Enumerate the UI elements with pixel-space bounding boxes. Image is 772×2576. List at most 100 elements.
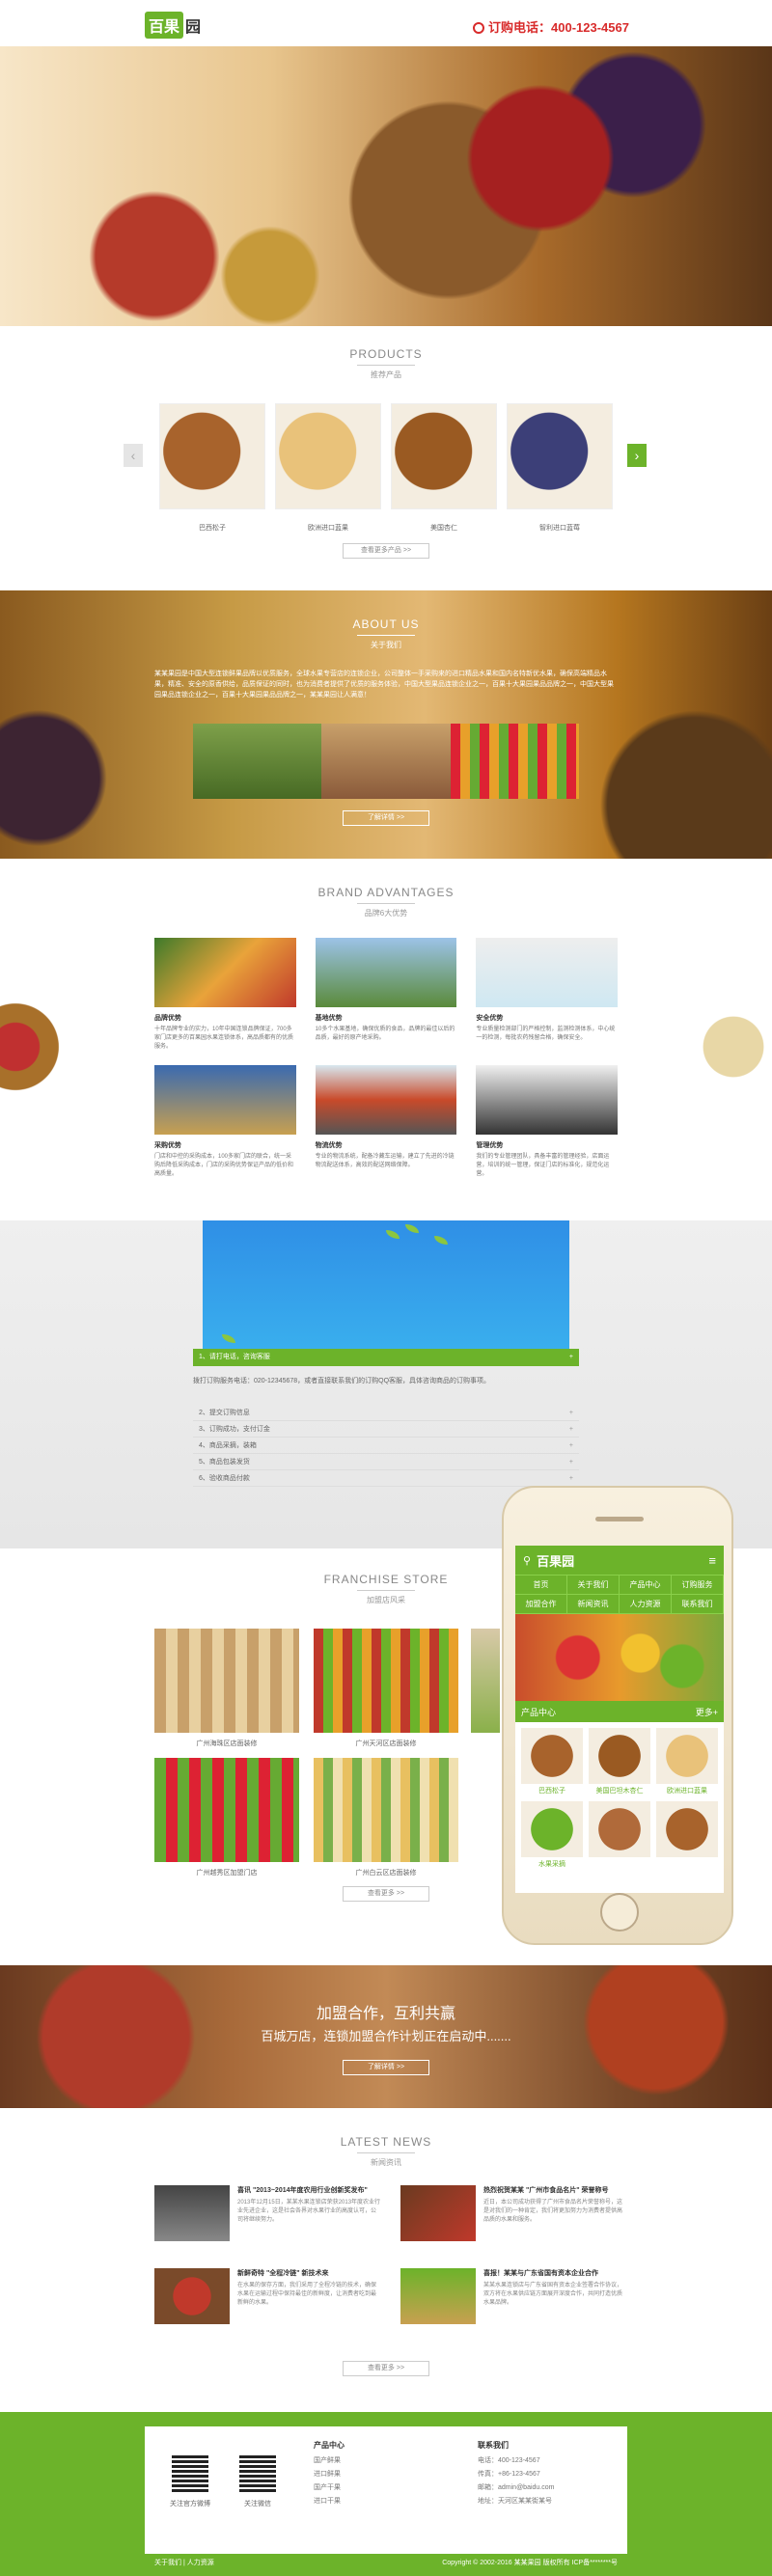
product-image — [507, 403, 613, 509]
mobile-products: 巴西松子 美国巴坦木杏仁 欧洲进口蓝果水果采摘 — [515, 1722, 724, 1875]
store-card[interactable]: 广州越秀区加盟门店 — [154, 1758, 299, 1877]
mobile-nav-item[interactable]: 产品中心 — [620, 1576, 672, 1595]
copyright-bar: 关于我们 | 人力资源 Copyright © 2002-2016 某某果园 版… — [154, 2558, 618, 2567]
product-card[interactable]: 智利进口蓝莓 — [507, 403, 613, 533]
search-icon[interactable]: ⚲ — [523, 1554, 531, 1567]
process-step[interactable]: 2、提交订购信息 + — [193, 1405, 579, 1421]
process-step[interactable]: 4、商品采摘，装箱 + — [193, 1438, 579, 1454]
mobile-nav-item[interactable]: 联系我们 — [672, 1595, 724, 1614]
products-heading: PRODUCTS 推荐产品 — [0, 347, 772, 380]
mobile-nav-item[interactable]: 首页 — [515, 1576, 567, 1595]
qr-weibo-caption: 关注官方微博 — [170, 2501, 210, 2507]
process-step[interactable]: 3、订购成功，支付订金 + — [193, 1421, 579, 1438]
brand-image — [154, 1065, 296, 1135]
divider — [357, 1590, 415, 1591]
news-title[interactable]: 热烈祝贺某某 "广州市食品名片" 荣誉称号 — [483, 2185, 627, 2195]
product-card[interactable]: 美国杏仁 — [391, 403, 497, 533]
news-item[interactable]: 喜讯 "2013~2014年度农用行业创新奖发布" 2013年12月15日，某某水… — [154, 2185, 381, 2241]
mobile-section-title: 产品中心 — [521, 1707, 557, 1717]
process-steps: 2、提交订购信息 +3、订购成功，支付订金 +4、商品采摘，装箱 +5、商品包装发货 +… — [193, 1405, 579, 1487]
store-name: 广州海珠区店面装修 — [196, 1740, 258, 1747]
store-card[interactable]: 广州白云区店面装修 — [314, 1758, 458, 1877]
hotline: 订购电话：400-123-4567 — [473, 17, 629, 36]
franchise-more-button[interactable]: 查看更多 >> — [343, 1886, 429, 1902]
brand-image — [154, 938, 296, 1007]
logo-mark: 百果 — [145, 12, 184, 39]
news-text: 新鲜奇特 "全程冷链" 新技术来 在水果的保存方面，我们采用了全程冷链的技术，确保… — [237, 2268, 381, 2324]
store-name: 广州天河区店面装修 — [355, 1740, 417, 1747]
brand-advantage: 采购优势 门店和中控的采购成本，100多家门店的联合，统一采购后降低采购成本，门店… — [154, 1065, 296, 1179]
process-step-label: 1、请打电话，咨询客服 — [199, 1354, 270, 1360]
brand-description: 我们的专业管理团队，具备丰富的管理经验，店面运营，培训的统一管理，保证门店的标准… — [476, 1154, 610, 1177]
news-item[interactable]: 热烈祝贺某某 "广州市食品名片" 荣誉称号 近日，本公司成功获得了广州市食品名片荣… — [400, 2185, 627, 2241]
news-item[interactable]: 喜报！某某与广东省国有资本企业合作某某水果连锁店与广东省国有资本企业签署合作协议… — [400, 2268, 627, 2324]
process-step-1[interactable]: 1、请打电话，咨询客服 + — [193, 1349, 579, 1366]
mobile-product[interactable]: 美国巴坦木杏仁 — [589, 1728, 650, 1795]
mobile-product[interactable] — [656, 1801, 718, 1869]
products-more-button[interactable]: 查看更多产品 >> — [343, 543, 429, 559]
news-heading: LATEST NEWS 新闻资讯 — [0, 2135, 772, 2168]
divider — [357, 635, 415, 636]
news-text: 喜讯 "2013~2014年度农用行业创新奖发布" 2013年12月15日，某某水… — [237, 2185, 381, 2241]
home-button — [600, 1893, 639, 1932]
mobile-product-image — [589, 1728, 650, 1784]
site-logo[interactable]: 百果 园 — [145, 8, 212, 42]
brand-title: 品牌优势 — [154, 1015, 181, 1022]
leaf-icon — [386, 1230, 400, 1239]
footer-product-link[interactable]: 国产干果 — [314, 2482, 341, 2492]
mobile-nav-item[interactable]: 订购服务 — [672, 1576, 724, 1595]
mobile-product[interactable] — [589, 1801, 650, 1869]
brand-title: 采购优势 — [154, 1142, 181, 1149]
mobile-product-image — [656, 1728, 718, 1784]
store-card[interactable]: 广州天河区店面装修 — [314, 1629, 458, 1748]
mobile-product[interactable]: 水果采摘 — [521, 1801, 583, 1869]
footer-box: 关注官方微博 关注微信 产品中心 国产鲜果 进口鲜果 国产干果 进口干果 联系我们 电… — [145, 2426, 627, 2554]
plus-icon: + — [568, 1459, 573, 1466]
grapes-decoration — [676, 984, 772, 1110]
brand-title: 安全优势 — [476, 1015, 504, 1022]
brand-advantage: 品牌优势 十年品牌专业的实力，10年中国连锁品牌保证，700多家门店更多的百果园水… — [154, 938, 296, 1052]
news-title[interactable]: 喜报！某某与广东省国有资本企业合作 — [483, 2268, 627, 2278]
news-more-button[interactable]: 查看更多 >> — [343, 2361, 429, 2376]
about-heading: ABOUT US 关于我们 — [0, 617, 772, 650]
join-title: 加盟合作，互利共赢 — [316, 2006, 455, 2022]
product-card[interactable]: 欧洲进口蓝果 — [275, 403, 381, 533]
process-step[interactable]: 6、验收商品付款 + — [193, 1470, 579, 1487]
mobile-nav: 首页 关于我们 产品中心 订购服务加盟合作 新闻资讯 人力资源 联系我们 — [515, 1575, 724, 1614]
footer-contact-item: 传真：+86-123-4567 — [478, 2471, 540, 2478]
mobile-nav-item[interactable]: 新闻资讯 — [567, 1595, 620, 1614]
store-card[interactable]: 广州海珠区店面装修 — [154, 1629, 299, 1748]
brand-description: 专业质量检测部门的严格控制，监测检测体系，中心统一的检测，每批农药残留合格，确保… — [476, 1027, 616, 1041]
menu-icon[interactable]: ≡ — [708, 1553, 716, 1568]
footer-product-link[interactable]: 国产鲜果 — [314, 2455, 341, 2465]
mobile-nav-item[interactable]: 人力资源 — [620, 1595, 672, 1614]
mobile-more-link[interactable]: 更多+ — [696, 1706, 718, 1718]
join-more-button[interactable]: 了解详情 >> — [343, 2060, 429, 2075]
mobile-nav-item[interactable]: 加盟合作 — [515, 1595, 567, 1614]
products-next-arrow-icon[interactable]: › — [627, 444, 647, 467]
product-card[interactable]: 巴西松子 — [159, 403, 265, 533]
leaf-icon — [405, 1224, 419, 1233]
store-image — [154, 1758, 299, 1862]
news-title[interactable]: 喜讯 "2013~2014年度农用行业创新奖发布" — [237, 2185, 381, 2195]
mobile-product[interactable]: 巴西松子 — [521, 1728, 583, 1795]
mobile-section-bar: 产品中心 更多+ — [515, 1701, 724, 1722]
mobile-product[interactable]: 欧洲进口蓝果 — [656, 1728, 718, 1795]
footer-product-link[interactable]: 进口干果 — [314, 2496, 341, 2506]
phone-icon — [473, 22, 484, 34]
footer-links[interactable]: 关于我们 | 人力资源 — [154, 2558, 214, 2567]
product-name: 美国杏仁 — [430, 525, 457, 532]
news-title[interactable]: 新鲜奇特 "全程冷链" 新技术来 — [237, 2268, 381, 2278]
leaf-icon — [434, 1236, 448, 1245]
products-prev-arrow-icon[interactable]: ‹ — [124, 444, 143, 467]
mobile-header: ⚲ 百果园 ≡ — [515, 1546, 724, 1575]
brand-title: 基地优势 — [315, 1015, 343, 1022]
news-summary: 某某水果连锁店与广东省国有资本企业签署合作协议，双方将在水果供应链方面展开深度合… — [483, 2283, 623, 2306]
about-more-button[interactable]: 了解详情 >> — [343, 810, 429, 826]
footer-product-link[interactable]: 进口鲜果 — [314, 2469, 341, 2479]
process-step[interactable]: 5、商品包装发货 + — [193, 1454, 579, 1470]
store-name: 广州越秀区加盟门店 — [196, 1870, 258, 1877]
process-step-label: 4、商品采摘，装箱 — [199, 1442, 257, 1449]
mobile-nav-item[interactable]: 关于我们 — [567, 1576, 620, 1595]
news-item[interactable]: 新鲜奇特 "全程冷链" 新技术来 在水果的保存方面，我们采用了全程冷链的技术，确保… — [154, 2268, 381, 2324]
